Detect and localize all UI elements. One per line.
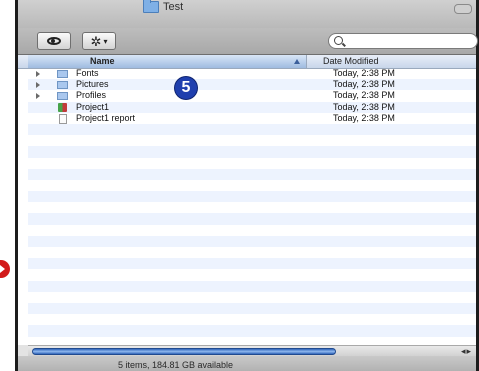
quick-look-button[interactable] bbox=[37, 32, 71, 50]
sort-ascending-icon bbox=[294, 59, 300, 64]
empty-list-row bbox=[28, 213, 476, 225]
file-date-modified: Today, 2:38 PM bbox=[333, 68, 395, 78]
callout-arrow-icon bbox=[0, 260, 10, 278]
folder-icon bbox=[57, 92, 68, 101]
toolbar: ✲ ▾ bbox=[18, 28, 478, 55]
file-date-modified: Today, 2:38 PM bbox=[333, 101, 395, 112]
window-title: Test bbox=[143, 0, 183, 14]
column-header-date-label: Date Modified bbox=[323, 56, 379, 66]
file-list: Name Date Modified Fonts Today, 2:38 PM Pi… bbox=[18, 55, 476, 345]
column-header-name[interactable]: Name bbox=[28, 55, 306, 68]
file-name: Pictures bbox=[76, 79, 109, 90]
empty-list-row bbox=[28, 247, 476, 258]
disclosure-triangle-icon[interactable] bbox=[36, 82, 40, 89]
status-text: 5 items, 184.81 GB available bbox=[118, 360, 234, 370]
folder-icon bbox=[143, 0, 159, 13]
empty-list-row bbox=[28, 258, 476, 270]
file-rows: Fonts Today, 2:38 PM Pictures Today, 2:38 P… bbox=[28, 68, 476, 345]
list-row[interactable]: Fonts Today, 2:38 PM bbox=[28, 68, 476, 79]
empty-list-row bbox=[28, 269, 476, 280]
callout-number-badge: 5 bbox=[175, 77, 197, 99]
empty-list-row bbox=[28, 225, 476, 236]
project-file-icon bbox=[58, 102, 67, 112]
file-date-modified: Today, 2:38 PM bbox=[333, 90, 395, 101]
empty-list-row bbox=[28, 158, 476, 169]
empty-list-row bbox=[28, 180, 476, 191]
search-input[interactable] bbox=[328, 33, 478, 49]
toolbar-toggle-button[interactable] bbox=[454, 4, 472, 14]
folder-icon bbox=[57, 81, 68, 90]
empty-list-row bbox=[28, 168, 476, 180]
empty-list-row bbox=[28, 135, 476, 146]
empty-list-row bbox=[28, 191, 476, 203]
empty-list-row bbox=[28, 123, 476, 136]
file-date-modified: Today, 2:38 PM bbox=[333, 79, 395, 90]
disclosure-triangle-icon[interactable] bbox=[36, 93, 40, 100]
list-row[interactable]: Project1 Today, 2:38 PM bbox=[28, 101, 476, 113]
file-name: Project1 bbox=[76, 101, 110, 112]
list-row[interactable]: Pictures Today, 2:38 PM bbox=[28, 79, 476, 91]
title-bar: Test bbox=[18, 0, 476, 28]
search-icon bbox=[334, 36, 343, 45]
empty-list-row bbox=[28, 337, 476, 346]
gear-icon: ✲ bbox=[90, 33, 102, 49]
empty-list-row bbox=[28, 314, 476, 325]
horizontal-scroll-thumb[interactable] bbox=[32, 348, 336, 355]
action-menu-button[interactable]: ✲ ▾ bbox=[82, 32, 116, 50]
column-header-name-label: Name bbox=[90, 56, 115, 66]
file-date-modified: Today, 2:38 PM bbox=[333, 112, 395, 123]
empty-list-row bbox=[28, 292, 476, 303]
empty-list-row bbox=[28, 146, 476, 158]
empty-list-row bbox=[28, 235, 476, 247]
file-name: Fonts bbox=[76, 68, 99, 78]
list-row[interactable]: Project1 report Today, 2:38 PM bbox=[28, 113, 476, 124]
column-header-date-modified[interactable]: Date Modified bbox=[306, 55, 476, 68]
eye-icon bbox=[47, 37, 61, 45]
file-name: Project1 report bbox=[76, 112, 136, 123]
chevron-down-icon: ▾ bbox=[103, 36, 108, 46]
empty-list-row bbox=[28, 325, 476, 337]
empty-list-row bbox=[28, 202, 476, 213]
empty-list-row bbox=[28, 280, 476, 292]
window-title-text: Test bbox=[163, 1, 184, 13]
folder-icon bbox=[57, 70, 68, 78]
disclosure-triangle-icon[interactable] bbox=[36, 71, 40, 77]
empty-list-row bbox=[28, 302, 476, 315]
file-name: Profiles bbox=[76, 90, 107, 101]
status-bar: 5 items, 184.81 GB available bbox=[18, 356, 476, 371]
finder-window: Test ✲ ▾ Name Date Modified Fonts Today,… bbox=[15, 0, 479, 371]
list-row[interactable]: Profiles Today, 2:38 PM bbox=[28, 90, 476, 101]
list-header: Name Date Modified bbox=[18, 55, 476, 69]
document-icon bbox=[59, 113, 67, 124]
